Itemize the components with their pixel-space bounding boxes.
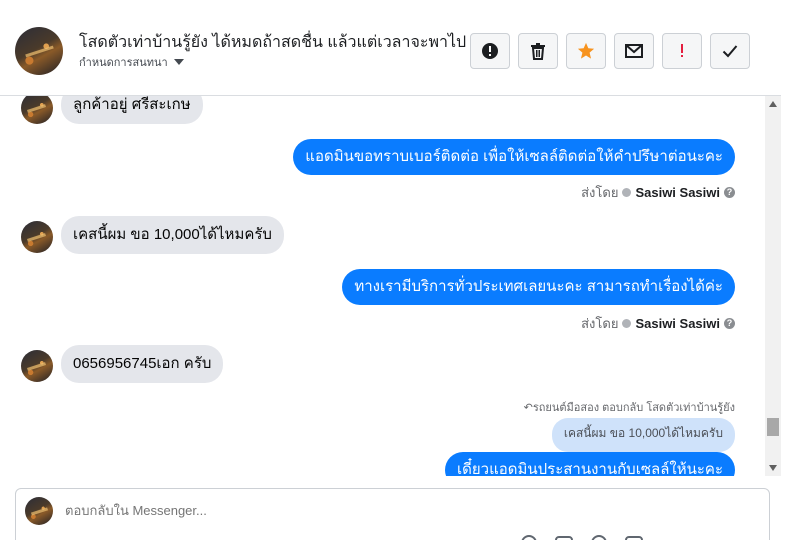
reply-arrow-icon: ↶ — [523, 402, 533, 414]
scroll-thumb[interactable] — [767, 418, 779, 436]
contact-avatar[interactable] — [15, 27, 63, 75]
check-icon — [722, 45, 738, 58]
conversation-title: โสดตัวเท่าบ้านรู้ยัง ได้หมดถ้าสดชื่น แล้… — [79, 34, 467, 51]
reply-note: ↶รถยนต์มือสอง ตอบกลับ โสดตัวเท่าบ้านรู้ย… — [523, 402, 735, 414]
composer-toolbar — [521, 535, 643, 540]
sent-by-label: ส่งโดย — [581, 316, 619, 331]
envelope-icon — [625, 44, 643, 58]
incoming-message: 0656956745เอก ครับ — [61, 345, 224, 383]
sent-by-label: ส่งโดย — [581, 185, 619, 200]
sent-by-line: ส่งโดย Sasiwi Sasiwi ? — [581, 182, 735, 203]
exclamation-icon — [681, 44, 683, 57]
info-icon[interactable]: ? — [724, 187, 735, 198]
sender-name: Sasiwi Sasiwi — [635, 316, 720, 331]
sent-by-line: ส่งโดย Sasiwi Sasiwi ? — [581, 313, 735, 334]
outgoing-message: ทางเรามีบริการทั่วประเทศเลยนะคะ สามารถทำ… — [342, 269, 735, 305]
follow-up-button[interactable] — [662, 33, 702, 69]
info-icon[interactable]: ? — [724, 318, 735, 329]
verified-dot-icon — [622, 188, 632, 197]
trash-icon — [531, 43, 545, 60]
outgoing-message: แอดมินขอทราบเบอร์ติดต่อ เพื่อให้เซลล์ติด… — [293, 139, 735, 175]
conversation-header: โสดตัวเท่าบ้านรู้ยัง ได้หมดถ้าสดชื่น แล้… — [0, 0, 781, 96]
clock-icon[interactable] — [591, 535, 607, 540]
message-thread: ลูกค้าอยู่ ศรีสะเกษ แอดมินขอทราบเบอร์ติด… — [0, 96, 765, 476]
assign-conversation-dropdown[interactable]: กำหนดการสนทนา — [79, 53, 184, 71]
star-icon — [577, 42, 595, 59]
outgoing-message: เดี๋ยวแอดมินประสานงานกับเซลล์ให้นะคะ — [444, 452, 735, 476]
thread-scrollbar[interactable] — [765, 96, 781, 476]
verified-dot-icon — [622, 319, 632, 328]
mark-spam-button[interactable] — [470, 33, 510, 69]
emoji-icon[interactable] — [521, 535, 537, 540]
image-icon[interactable] — [625, 536, 643, 540]
customer-avatar — [21, 96, 53, 124]
mark-unread-button[interactable] — [614, 33, 654, 69]
assign-label: กำหนดการสนทนา — [79, 57, 168, 69]
scroll-down-arrow-icon[interactable] — [769, 465, 777, 471]
exclamation-circle-icon — [482, 43, 498, 59]
sender-name: Sasiwi Sasiwi — [635, 185, 720, 200]
reply-composer — [15, 488, 770, 540]
quoted-message: เคสนี้ผม ขอ 10,000ได้ไหมครับ — [551, 418, 735, 452]
customer-avatar — [21, 350, 53, 382]
scroll-up-arrow-icon[interactable] — [769, 101, 777, 107]
attachment-icon[interactable] — [555, 536, 573, 540]
mark-done-button[interactable] — [710, 33, 750, 69]
message-input[interactable] — [65, 503, 665, 518]
customer-avatar — [21, 221, 53, 253]
delete-button[interactable] — [518, 33, 558, 69]
page-avatar — [25, 497, 53, 525]
star-button[interactable] — [566, 33, 606, 69]
incoming-message: ลูกค้าอยู่ ศรีสะเกษ — [61, 96, 203, 124]
incoming-message: เคสนี้ผม ขอ 10,000ได้ไหมครับ — [61, 216, 284, 254]
chevron-down-icon — [173, 59, 184, 65]
